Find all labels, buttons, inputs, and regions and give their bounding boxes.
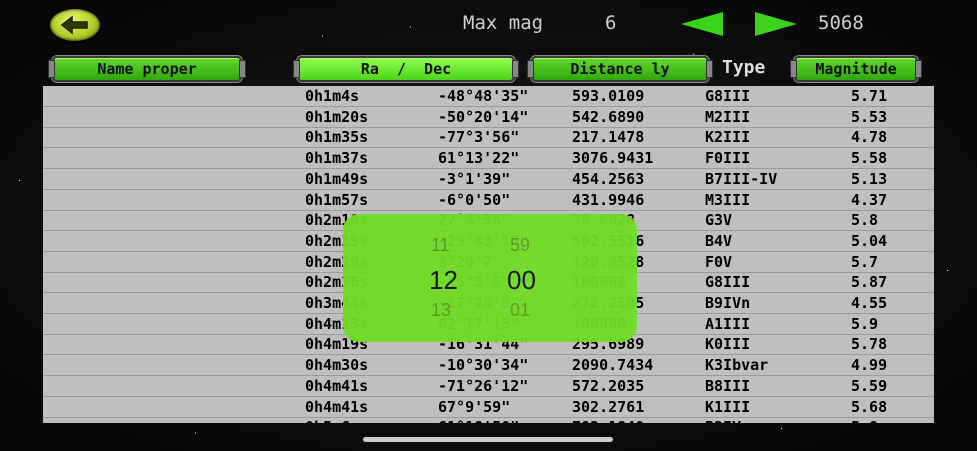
table-row[interactable]: 0h1m20s -50°20'14" 542.6890 M2III 5.53 — [43, 107, 934, 128]
cell-ra: 0h1m35s — [305, 128, 369, 147]
sort-ra-dec-button[interactable]: Ra / Dec — [293, 56, 519, 82]
cell-type: B7III-IV — [705, 169, 778, 188]
table-row[interactable]: 0h4m41s 67°9'59" 302.2761 K1III 5.68 — [43, 397, 934, 418]
back-arrow-icon — [60, 15, 88, 35]
cell-type: K3Ibvar — [705, 356, 769, 375]
cell-mag: 4.37 — [851, 190, 888, 209]
cell-mag: 5.78 — [851, 335, 888, 354]
max-mag-value[interactable]: 6 — [605, 12, 616, 34]
cell-dist: 217.1478 — [572, 128, 645, 147]
picker-hour-selected[interactable]: 12 — [429, 265, 458, 296]
cell-dist: 593.0109 — [572, 87, 645, 105]
sort-magnitude-button[interactable]: Magnitude — [790, 56, 922, 82]
cell-mag: 5.8 — [851, 418, 878, 423]
right-triangle-icon[interactable] — [753, 12, 797, 36]
cell-type: B2IV — [705, 418, 741, 423]
cell-mag: 4.78 — [851, 128, 888, 147]
home-indicator[interactable] — [363, 437, 613, 442]
sort-distance-button[interactable]: Distance ly — [527, 56, 713, 82]
picker-minute-next[interactable]: 01 — [510, 300, 530, 321]
type-column-label: Type — [722, 57, 766, 78]
sort-ra-dec-label: Ra / Dec — [360, 60, 452, 78]
cell-mag: 5.68 — [851, 397, 888, 416]
cell-dist: 3076.9431 — [572, 149, 654, 168]
cell-dec: -71°26'12" — [438, 376, 529, 395]
cell-mag: 4.99 — [851, 356, 888, 375]
cell-ra: 0h1m4s — [305, 87, 360, 105]
cell-type: K1III — [705, 397, 751, 416]
cell-mag: 5.7 — [851, 252, 879, 271]
cell-mag: 5.53 — [851, 107, 888, 126]
cell-dist: 431.9946 — [572, 190, 645, 209]
table-row[interactable]: 0h4m30s -10°30'34" 2090.7434 K3Ibvar 4.99 — [43, 355, 934, 377]
cell-ra: 0h1m20s — [305, 107, 369, 126]
cell-type: F0III — [705, 149, 751, 168]
time-picker[interactable]: 11 12 13 59 00 01 — [343, 214, 637, 342]
back-button[interactable] — [50, 9, 100, 41]
cell-dist: 302.2761 — [572, 397, 645, 416]
cell-dec: -50°20'14" — [438, 107, 529, 126]
left-triangle-icon[interactable] — [681, 12, 725, 36]
cell-dist: 572.2035 — [572, 376, 645, 395]
cell-dec: 61°18'50" — [438, 418, 519, 423]
record-count: 5068 — [818, 12, 864, 34]
picker-minute-prev[interactable]: 59 — [510, 235, 530, 256]
table-row[interactable]: 0h5m6s 61°18'50" 783.1840 B2IV 5.8 — [43, 417, 934, 423]
cell-type: F0V — [705, 252, 733, 271]
cell-dec: 67°9'59" — [438, 397, 511, 416]
cell-type: B9IVn — [705, 294, 751, 312]
table-row[interactable]: 0h4m41s -71°26'12" 572.2035 B8III 5.59 — [43, 376, 934, 397]
cell-ra: 0h1m49s — [305, 169, 369, 188]
max-mag-label: Max mag — [463, 12, 544, 34]
cell-mag: 5.8 — [851, 211, 879, 230]
cell-type: M2III — [705, 107, 751, 126]
cell-type: G3V — [705, 211, 733, 230]
table-row[interactable]: 0h1m57s -6°0'50" 431.9946 M3III 4.37 — [43, 190, 934, 211]
cell-ra: 0h4m30s — [305, 356, 369, 375]
cell-dec: -48°48'35" — [438, 87, 529, 105]
cell-mag: 4.55 — [851, 294, 888, 312]
cell-type: K0III — [705, 335, 751, 354]
cell-mag: 5.13 — [851, 169, 888, 188]
sort-name-proper-label: Name proper — [97, 60, 197, 78]
cell-dist: 2090.7434 — [572, 356, 654, 375]
cell-dec: -77°3'56" — [438, 128, 520, 147]
sort-magnitude-label: Magnitude — [815, 60, 897, 78]
cell-type: K2III — [705, 128, 751, 147]
cell-dist: 542.6890 — [572, 107, 645, 126]
cell-mag: 5.04 — [851, 231, 888, 250]
cell-ra: 0h1m37s — [305, 149, 369, 168]
cell-ra: 0h1m57s — [305, 190, 369, 209]
picker-hour-next[interactable]: 13 — [431, 300, 451, 321]
table-row[interactable]: 0h1m35s -77°3'56" 217.1478 K2III 4.78 — [43, 127, 934, 149]
cell-type: G8III — [705, 273, 751, 292]
table-row[interactable]: 0h1m4s -48°48'35" 593.0109 G8III 5.71 — [43, 86, 934, 107]
cell-type: A1III — [705, 314, 751, 333]
sort-distance-label: Distance ly — [570, 60, 670, 78]
cell-type: G8III — [705, 87, 751, 105]
cell-ra: 0h5m6s — [305, 418, 359, 423]
cell-mag: 5.71 — [851, 87, 888, 105]
cell-mag: 5.87 — [851, 273, 888, 292]
cell-type: M3III — [705, 190, 751, 209]
cell-dec: 61°13'22" — [438, 149, 520, 168]
cell-dec: -3°1'39" — [438, 169, 511, 188]
cell-type: B4V — [705, 231, 733, 250]
table-row[interactable]: 0h1m37s 61°13'22" 3076.9431 F0III 5.58 — [43, 148, 934, 170]
cell-mag: 5.9 — [851, 314, 879, 333]
sort-name-proper-button[interactable]: Name proper — [48, 56, 246, 82]
cell-dist: 783.1840 — [572, 418, 644, 423]
cell-ra: 0h4m41s — [305, 397, 369, 416]
cell-mag: 5.58 — [851, 149, 888, 168]
picker-hour-prev[interactable]: 11 — [431, 235, 450, 256]
picker-minute-selected[interactable]: 00 — [507, 265, 536, 296]
cell-dec: -10°30'34" — [438, 356, 529, 375]
cell-type: B8III — [705, 376, 751, 395]
table-row[interactable]: 0h1m49s -3°1'39" 454.2563 B7III-IV 5.13 — [43, 169, 934, 190]
cell-mag: 5.59 — [851, 376, 888, 395]
cell-dist: 454.2563 — [572, 169, 645, 188]
cell-dec: -6°0'50" — [438, 190, 511, 209]
cell-ra: 0h4m41s — [305, 376, 369, 395]
